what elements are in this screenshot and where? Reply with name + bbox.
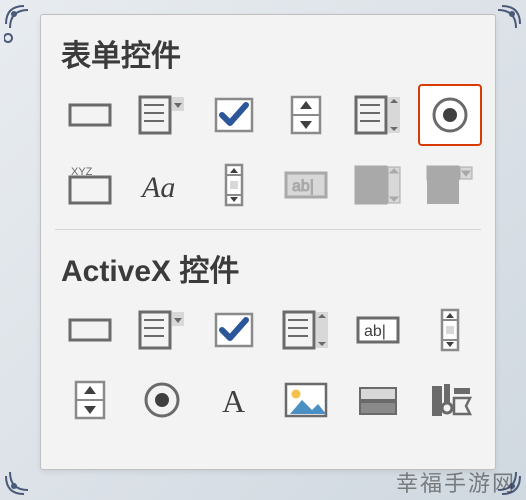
dropdown-icon[interactable] [419,155,481,215]
textfield-icon[interactable]: ab| [275,155,337,215]
spin-icon[interactable] [275,85,337,145]
svg-text:ab|: ab| [292,178,314,195]
scrollbar-icon[interactable] [203,155,265,215]
svg-text:Aa: Aa [140,171,175,204]
formcombo-icon[interactable] [347,155,409,215]
svg-text:ab|: ab| [364,323,386,340]
ax-option-icon[interactable] [131,370,193,430]
listbox-icon[interactable] [347,85,409,145]
ax-scrollbar-icon[interactable] [419,300,481,360]
ax-checkbox-icon[interactable] [203,300,265,360]
button-icon[interactable] [59,85,121,145]
section-divider [55,229,481,230]
ax-spin-icon[interactable] [59,370,121,430]
controls-popup: 表单控件 XYZ Aa ab| [40,14,496,470]
watermark-text: 幸福手游网 [396,466,516,498]
activex-controls-grid: ab| A [55,300,481,440]
ax-button-icon[interactable] [59,300,121,360]
ax-more-icon[interactable] [419,370,481,430]
ax-listbox-icon[interactable] [275,300,337,360]
ax-image-icon[interactable] [275,370,337,430]
ax-toggle-icon[interactable] [347,370,409,430]
activex-controls-header: ActiveX 控件 [55,240,481,300]
ax-textbox-icon[interactable]: ab| [347,300,409,360]
svg-text:XYZ: XYZ [71,166,93,178]
checkbox-icon[interactable] [203,85,265,145]
svg-text:A: A [222,383,245,419]
ax-label-icon[interactable]: A [203,370,265,430]
groupbox-icon[interactable]: XYZ [59,155,121,215]
form-controls-header: 表单控件 [55,25,481,85]
combobox-icon[interactable] [131,85,193,145]
ax-combobox-icon[interactable] [131,300,193,360]
label-icon[interactable]: Aa [131,155,193,215]
form-controls-grid: XYZ Aa ab| [55,85,481,225]
option-icon[interactable] [419,85,481,145]
